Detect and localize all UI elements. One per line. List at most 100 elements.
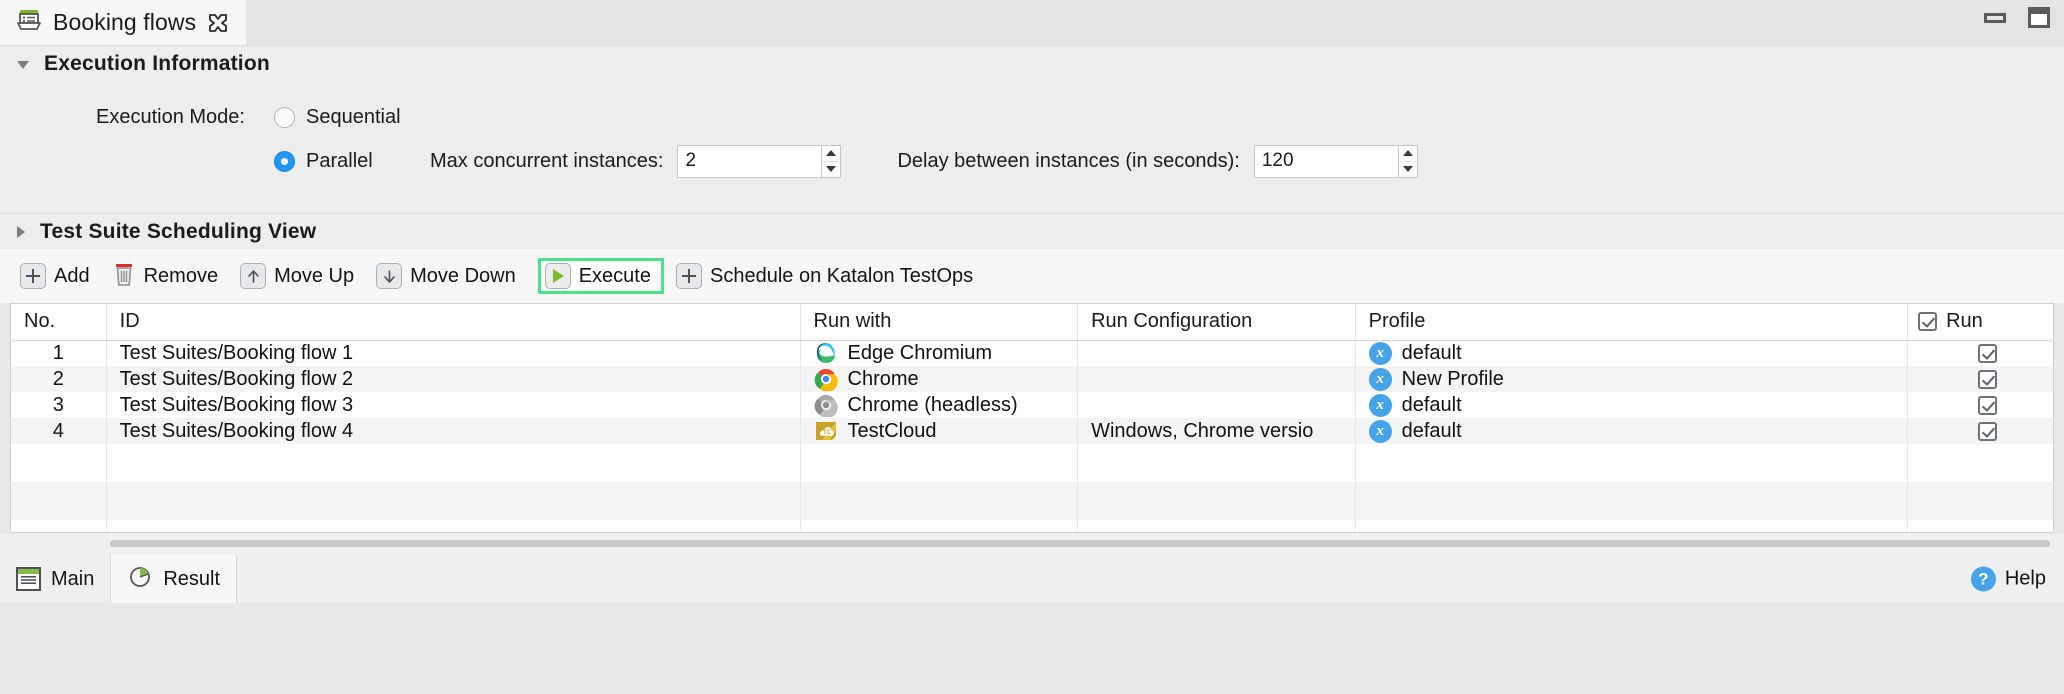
delay-between-instances-label: Delay between instances (in seconds):: [897, 150, 1239, 173]
cell-profile[interactable]: x default: [1355, 418, 1907, 444]
profile-icon: x: [1369, 394, 1392, 417]
select-all-checkbox[interactable]: [1918, 312, 1937, 331]
max-concurrent-instances-stepper[interactable]: [677, 145, 841, 178]
cell-run-with[interactable]: TC TestCloud: [800, 418, 1078, 444]
cell-id: Test Suites/Booking flow 2: [106, 366, 800, 392]
radio-sequential-indicator[interactable]: [274, 107, 295, 128]
cell-run-configuration[interactable]: [1078, 392, 1356, 418]
cell-no: [11, 520, 106, 533]
horizontal-scrollbar[interactable]: [0, 533, 2064, 555]
run-checkbox[interactable]: [1978, 422, 1997, 441]
bottom-tab-result[interactable]: Result: [110, 555, 237, 603]
window-controls: [1984, 7, 2050, 28]
chevron-down-icon[interactable]: [17, 61, 29, 69]
column-header-no[interactable]: No.: [11, 304, 106, 340]
execute-button[interactable]: Execute: [538, 258, 664, 294]
schedule-on-katalon-testops-button[interactable]: Schedule on Katalon TestOps: [676, 258, 985, 294]
column-header-run[interactable]: Run: [1908, 304, 2053, 340]
radio-sequential[interactable]: Sequential: [274, 106, 430, 129]
cell-profile[interactable]: x default: [1355, 340, 1907, 366]
radio-parallel-label: Parallel: [306, 150, 373, 173]
cell-profile-label: default: [1402, 342, 1462, 365]
execution-mode-label: Execution Mode:: [96, 106, 274, 129]
test-suite-scheduling-view-header[interactable]: Test Suite Scheduling View: [0, 213, 2064, 249]
delay-spin-buttons[interactable]: [1398, 145, 1418, 178]
cell-profile[interactable]: x New Profile: [1355, 366, 1907, 392]
run-checkbox[interactable]: [1978, 370, 1997, 389]
radio-parallel-indicator[interactable]: [274, 151, 295, 172]
cell-run-with-label: Chrome (headless): [848, 394, 1018, 417]
question-mark-icon: ?: [1971, 567, 1996, 592]
table-row[interactable]: 4 Test Suites/Booking flow 4 TC TestClou…: [11, 418, 2053, 444]
column-header-run-configuration[interactable]: Run Configuration: [1078, 304, 1356, 340]
cell-run-with[interactable]: Chrome: [800, 366, 1078, 392]
delay-between-instances-stepper[interactable]: [1254, 145, 1418, 178]
spin-up-icon[interactable]: [822, 146, 840, 162]
execution-information-title: Execution Information: [44, 52, 270, 76]
table-body: 1 Test Suites/Booking flow 1 Edge Chromi…: [11, 340, 2053, 533]
add-button-label: Add: [54, 265, 90, 288]
execution-information-header[interactable]: Execution Information: [0, 45, 2064, 81]
cell-run[interactable]: [1908, 418, 2053, 444]
test-suite-table: No. ID Run with Run Configuration Profil…: [10, 303, 2054, 533]
max-concurrent-spin-buttons[interactable]: [821, 145, 841, 178]
table-row-empty[interactable]: [11, 520, 2053, 533]
cell-no: 2: [11, 366, 106, 392]
spin-down-icon[interactable]: [822, 162, 840, 177]
delay-between-instances-input[interactable]: [1254, 145, 1398, 178]
cell-run-with[interactable]: Chrome (headless): [800, 392, 1078, 418]
cell-run-with-label: Edge Chromium: [848, 342, 993, 365]
run-checkbox[interactable]: [1978, 396, 1997, 415]
move-up-button-label: Move Up: [274, 265, 354, 288]
cell-run-configuration: [1078, 444, 1356, 482]
move-down-button-label: Move Down: [410, 265, 516, 288]
close-icon[interactable]: [207, 12, 229, 34]
table-row[interactable]: 1 Test Suites/Booking flow 1 Edge Chromi…: [11, 340, 2053, 366]
cell-run-configuration[interactable]: Windows, Chrome versio: [1078, 418, 1356, 444]
cell-profile[interactable]: x default: [1355, 392, 1907, 418]
move-up-button[interactable]: Move Up: [240, 258, 366, 294]
test-suite-scheduling-view-title: Test Suite Scheduling View: [40, 220, 316, 244]
minimize-icon[interactable]: [1984, 13, 2006, 23]
column-header-run-with[interactable]: Run with: [800, 304, 1078, 340]
help-button[interactable]: ? Help: [1971, 567, 2046, 592]
cell-id: [106, 482, 800, 520]
profile-icon: x: [1369, 368, 1392, 391]
bottom-tab-result-label: Result: [163, 568, 220, 591]
cell-run-configuration[interactable]: [1078, 340, 1356, 366]
table-row[interactable]: 3 Test Suites/Booking flow 3 Chrome: [11, 392, 2053, 418]
table-row-empty[interactable]: [11, 482, 2053, 520]
cell-profile: [1355, 520, 1907, 533]
radio-parallel[interactable]: Parallel: [274, 150, 430, 173]
scrollbar-thumb[interactable]: [110, 540, 2050, 547]
testcloud-icon: TC: [814, 419, 838, 443]
cell-id: Test Suites/Booking flow 1: [106, 340, 800, 366]
add-button[interactable]: Add: [20, 258, 102, 294]
table-row-empty[interactable]: [11, 444, 2053, 482]
spin-up-icon[interactable]: [1399, 146, 1417, 162]
editor-tab-booking-flows[interactable]: Booking flows: [0, 0, 246, 45]
maximize-icon[interactable]: [2028, 7, 2050, 28]
cell-run-with[interactable]: Edge Chromium: [800, 340, 1078, 366]
cell-run: [1908, 444, 2053, 482]
spin-down-icon[interactable]: [1399, 162, 1417, 177]
column-header-id[interactable]: ID: [106, 304, 800, 340]
table-row[interactable]: 2 Test Suites/Booking flow 2 Chrome: [11, 366, 2053, 392]
main-view-icon: [16, 567, 41, 591]
cell-run[interactable]: [1908, 392, 2053, 418]
bottom-tab-main[interactable]: Main: [0, 555, 110, 603]
cell-id: Test Suites/Booking flow 4: [106, 418, 800, 444]
chevron-right-icon[interactable]: [17, 226, 25, 238]
edge-chromium-icon: [814, 341, 838, 365]
cell-run-configuration[interactable]: [1078, 366, 1356, 392]
max-concurrent-instances-input[interactable]: [677, 145, 821, 178]
column-header-profile[interactable]: Profile: [1355, 304, 1907, 340]
execution-mode-parallel-row: Parallel Max concurrent instances: Delay…: [0, 143, 2064, 179]
arrow-down-icon: [376, 263, 402, 289]
remove-button[interactable]: Remove: [112, 256, 230, 297]
move-down-button[interactable]: Move Down: [376, 258, 528, 294]
cell-run[interactable]: [1908, 366, 2053, 392]
cell-run[interactable]: [1908, 340, 2053, 366]
run-checkbox[interactable]: [1978, 344, 1997, 363]
test-suite-collection-icon: [16, 7, 42, 38]
